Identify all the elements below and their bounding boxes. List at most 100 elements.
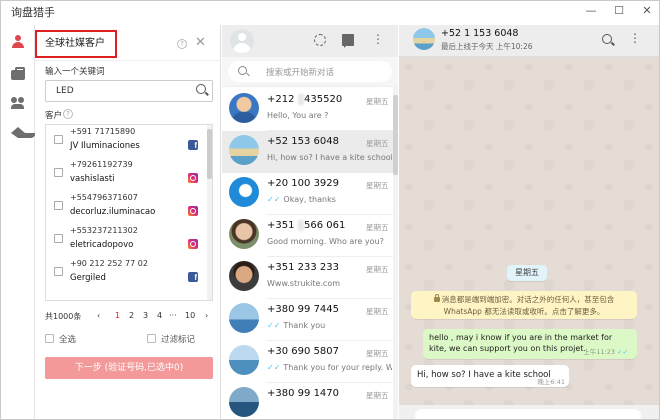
encryption-notice[interactable]: 消息都是端到端加密。对话之外的任何人，甚至包含 WhatsApp 都无法读取或收… [411,291,637,319]
list-item[interactable]: +591 71715890 JV Iluminaciones f [46,125,206,157]
help-icon[interactable]: ? [177,39,187,49]
message-input[interactable] [415,409,641,419]
page-4[interactable]: 4 [157,311,162,320]
avatar [229,93,259,123]
pagination: 共1000条 ‹ 1 2 3 4 ··· 10 › [45,311,217,325]
list-item[interactable]: +79261192739 vashislasti [46,158,206,190]
avatar[interactable] [230,29,254,53]
instagram-icon [188,239,198,249]
chat-name: +351 9566 061 [267,220,346,231]
next-step-button[interactable]: 下一步 (验证号码,已选中0) [45,357,213,379]
page-3[interactable]: 3 [143,311,148,320]
panel-header: 全球社媒客户 ? ✕ [35,25,221,61]
title-bar: 询盘猎手 — ☐ ✕ [1,1,659,23]
compose-bar [399,405,659,419]
page-last[interactable]: 10 [185,311,195,320]
customer-phone: +554796371607 [70,193,138,202]
conversation-header[interactable]: +52 1 153 6048 最后上线于今天 上午10:26 ⋮ [399,25,659,57]
message-time: 上午11:23 ✓✓ [583,348,628,356]
contact-name: +52 1 153 6048 [441,28,519,39]
chat-time: 星期五 [366,391,389,400]
maximize-button[interactable]: ☐ [613,4,625,17]
checkbox-box[interactable] [147,334,156,343]
chat-name: +380 99 1470 [267,388,340,399]
row-checkbox[interactable] [54,267,63,276]
search-icon[interactable] [196,84,206,94]
select-all-checkbox[interactable]: 全选 [45,333,76,345]
chat-name: +380 99 7445 [267,304,340,315]
outgoing-message[interactable]: hello , may i know if you are in the mar… [423,329,637,359]
avatar[interactable] [413,28,435,50]
user-icon[interactable] [11,35,25,49]
row-checkbox[interactable] [54,201,63,210]
chat-item[interactable]: +380 99 7445 星期五 ✓✓ Thank you [222,299,398,341]
chat-name: +30 690 5807 [267,346,340,357]
menu-icon[interactable] [372,32,384,46]
panel-title[interactable]: 全球社媒客户 [35,30,117,58]
checkbox-box[interactable] [45,334,54,343]
chat-item[interactable]: +20 100 3929 星期五 ✓✓ Okay, thanks [222,173,398,215]
list-item[interactable]: +553237211302 eletricadopovo [46,224,206,256]
window-controls: — ☐ ✕ [585,4,653,17]
filter-marked-checkbox[interactable]: 过滤标记 [147,333,195,345]
search-placeholder: 搜索或开始新对话 [266,68,335,78]
chat-item[interactable]: +380 99 1470 星期五 [222,383,398,419]
avatar [229,135,259,165]
chat-item[interactable]: +52 1 53 6048 星期五 Hi, how so? I have a k… [222,131,398,173]
chat-item[interactable]: +212 6435520 星期五 Hello, You are ? [222,89,398,131]
list-item[interactable]: +554796371607 decorluz.iluminacao [46,191,206,223]
customer-list: +591 71715890 JV Iluminaciones f +792611… [45,124,213,301]
page-1[interactable]: 1 [115,311,120,320]
customer-panel: 全球社媒客户 ? ✕ 输入一个关键词 客户 ? +591 71715890 JV… [35,25,221,419]
close-icon[interactable]: ✕ [195,35,206,50]
chat-name: +351 233 233 [267,262,340,273]
window-title: 询盘猎手 [11,6,55,19]
minimize-button[interactable]: — [585,4,597,17]
menu-icon[interactable]: ⋮ [629,31,641,45]
chat-list-header [222,25,398,57]
status-icon[interactable] [314,34,326,46]
avatar [229,177,259,207]
search-icon [238,66,247,75]
chat-time: 星期五 [366,349,389,358]
chat-name: +212 6435520 [267,94,343,105]
chat-item[interactable]: +351 9566 061 星期五 Good morning. Who are … [222,215,398,257]
chat-preview: ✓✓Thank you for your reply. We... [267,363,392,372]
row-checkbox[interactable] [54,168,63,177]
list-scrollbar[interactable] [207,125,212,300]
page-2[interactable]: 2 [129,311,134,320]
message-text: Hi, how so? I have a kite school [417,370,551,380]
keyword-input[interactable] [45,80,213,102]
incoming-message[interactable]: Hi, how so? I have a kite school 晚上6:41 [411,365,569,387]
search-icon[interactable] [602,34,612,44]
chat-preview: ✓✓ Thank you [267,321,326,330]
page-ellipsis[interactable]: ··· [169,311,177,320]
help-icon[interactable]: ? [63,109,73,119]
list-item[interactable]: +90 212 252 77 02 Gergiled f [46,257,206,289]
chat-list-scrollbar[interactable] [393,87,398,419]
customer-phone: +553237211302 [70,226,138,235]
message-time: 晚上6:41 [537,378,565,386]
briefcase-icon[interactable] [11,67,25,81]
avatar [229,345,259,375]
instagram-icon [188,206,198,216]
facebook-icon: f [188,140,198,150]
total-count: 共1000条 [45,312,82,321]
chat-preview: Www.strukite.com [267,279,341,288]
avatar [229,303,259,333]
chat-preview: ✓✓ Okay, thanks [267,195,336,204]
group-icon[interactable] [11,95,25,109]
customer-phone: +90 212 252 77 02 [70,259,148,268]
row-checkbox[interactable] [54,135,63,144]
last-seen-status: 最后上线于今天 上午10:26 [441,42,533,51]
graduation-cap-icon[interactable] [11,125,39,139]
prev-page-button[interactable]: ‹ [97,311,100,320]
customer-phone: +79261192739 [70,160,133,169]
chat-item[interactable]: +30 690 5807 星期五 ✓✓ Thank you for your re… [222,341,398,383]
new-chat-icon[interactable] [342,34,354,48]
customer-name: vashislasti [70,174,115,184]
row-checkbox[interactable] [54,234,63,243]
close-button[interactable]: ✕ [641,4,653,17]
chat-item[interactable]: +351 233 233 星期五 Www.strukite.com [222,257,398,299]
next-page-button[interactable]: › [205,311,208,320]
